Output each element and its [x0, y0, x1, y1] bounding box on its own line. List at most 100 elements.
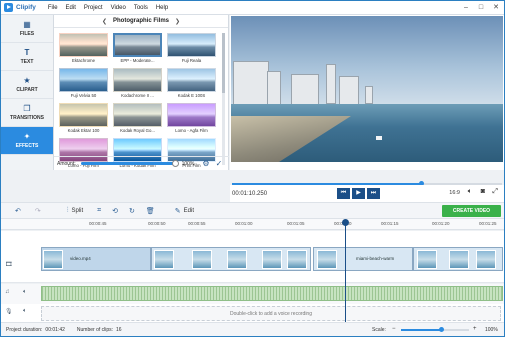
clips-label: Number of clips: [76, 326, 114, 333]
previous-icon[interactable]: ⏮ [337, 188, 350, 199]
sidebar-item-clipart[interactable]: ★ CLIPART [1, 71, 53, 99]
filter-thumb[interactable]: Kodak E 100S [166, 68, 217, 99]
menu-project[interactable]: Project [84, 5, 103, 11]
sidebar-item-files[interactable]: ▦ FILES [1, 15, 53, 43]
filter-thumb[interactable]: Fuji Reala [166, 33, 217, 64]
audio-clip[interactable] [41, 286, 503, 301]
close-icon[interactable]: ✕ [491, 3, 501, 12]
adjust-icon[interactable]: ⚙ [202, 159, 209, 168]
filter-label: Kodak Ektar 100 [67, 128, 100, 133]
edit-label[interactable]: Edit [184, 208, 194, 214]
amount-slider-handle[interactable] [171, 160, 179, 167]
filter-thumb[interactable]: Lomo - Agfa Film [166, 103, 217, 134]
sidebar-item-text[interactable]: T TEXT [1, 43, 53, 71]
video-preview[interactable] [231, 16, 503, 162]
filter-preview [113, 103, 162, 127]
speaker-icon[interactable]: 🔈︎ [23, 308, 27, 315]
zoom-out-icon[interactable]: − [392, 326, 396, 332]
next-icon[interactable]: ⏭ [367, 188, 380, 199]
category-title: Photographic Films [112, 18, 169, 24]
video-clip[interactable] [151, 247, 311, 271]
preview-building [365, 86, 373, 104]
sidebar-item-effects[interactable]: ✦ EFFECTS [1, 127, 53, 155]
aspect-ratio[interactable]: 16:9 [449, 190, 460, 196]
scale-label: Scale: [372, 327, 386, 333]
filter-label: EPP - Moderate... [120, 58, 155, 63]
timeline-playhead[interactable] [342, 219, 349, 322]
clip-frame [476, 250, 496, 269]
filter-thumb-selected[interactable]: EPP - Moderate... [112, 33, 163, 64]
fullscreen-icon[interactable]: ⤢ [492, 188, 498, 196]
maximize-icon[interactable]: □ [476, 3, 486, 12]
rotate-icon[interactable]: ⟲ [112, 207, 118, 215]
video-clip[interactable] [413, 247, 503, 271]
window-controls: – □ ✕ [456, 3, 501, 12]
delete-icon[interactable]: 🗑︎ [146, 207, 155, 215]
scrollbar-thumb[interactable] [222, 33, 225, 93]
scale-slider-handle[interactable] [439, 327, 444, 332]
menu-video[interactable]: Video [111, 5, 126, 11]
filter-thumb[interactable]: Kodak Royal Go... [112, 103, 163, 134]
video-track: 🎞︎ video.mp4 miami-beach-warm [1, 231, 504, 283]
refresh-icon[interactable]: ↻ [129, 207, 135, 215]
menu-file[interactable]: File [48, 5, 58, 11]
speaker-icon[interactable]: 🔈︎ [23, 289, 27, 296]
waveform [42, 287, 502, 300]
video-clip[interactable]: miami-beach-warm [313, 247, 413, 271]
menu-edit[interactable]: Edit [66, 5, 76, 11]
microphone-icon: 🎙︎ [5, 309, 13, 315]
ruler-tick: 00:00:50 [148, 221, 166, 226]
sidebar-item-label: EFFECTS [15, 143, 39, 149]
filter-label: Kodak Royal Go... [120, 128, 155, 133]
split-icon[interactable]: ⫶ [67, 207, 69, 215]
app-window: Clipify File Edit Project Video Tools He… [0, 0, 505, 337]
filter-thumb[interactable]: Kodachrome II ... [112, 68, 163, 99]
timeline-toolbar: ↶ ↷ ⫶ Split ⌗ ⟲ ↻ 🗑︎ ✎ Edit CREATE VIDEO [1, 202, 504, 219]
sidebar-item-transitions[interactable]: ❐ TRANSITIONS [1, 99, 53, 127]
redo-icon[interactable]: ↷ [35, 207, 41, 215]
edit-icon[interactable]: ✎ [175, 207, 181, 215]
snapshot-icon[interactable]: ◙ [481, 188, 485, 195]
duration-value: 00:01:42 [45, 326, 65, 333]
filters-scrollbar[interactable] [222, 33, 225, 165]
menu-bar: File Edit Project Video Tools Help [48, 5, 176, 11]
preview-panel [230, 15, 504, 170]
voice-drop-zone[interactable]: Double-click to add a voice recording [41, 306, 501, 321]
chevron-right-icon[interactable]: ❯ [175, 18, 180, 25]
minimize-icon[interactable]: – [461, 3, 471, 12]
filter-label: Fuji Velvia 50 [70, 93, 97, 98]
filter-preview [167, 103, 216, 127]
play-icon[interactable]: ▶ [352, 188, 365, 199]
app-logo-icon [4, 3, 13, 12]
sidebar: ▦ FILES T TEXT ★ CLIPART ❐ TRANSITIONS ✦… [1, 15, 54, 170]
filter-preview [113, 68, 162, 92]
scale-slider[interactable] [401, 327, 469, 332]
volume-icon[interactable]: 🔈︎ [468, 188, 472, 196]
magic-wand-icon: ✦ [23, 132, 31, 141]
crop-icon[interactable]: ⌗ [97, 207, 101, 215]
menu-tools[interactable]: Tools [134, 5, 148, 11]
amount-label: Amount: [57, 160, 76, 167]
filter-thumb[interactable]: Kodak Ektar 100 [58, 103, 109, 134]
chevron-left-icon[interactable]: ❮ [102, 18, 107, 25]
clip-name: miami-beach-warm [356, 256, 395, 261]
create-video-button[interactable]: CREATE VIDEO [442, 205, 501, 217]
filter-thumb[interactable]: Fuji Velvia 50 [58, 68, 109, 99]
clip-frame [287, 250, 307, 269]
zoom-in-icon[interactable]: + [473, 326, 477, 332]
undo-icon[interactable]: ↶ [15, 207, 21, 215]
video-clip[interactable]: video.mp4 [41, 247, 151, 271]
filter-label: Lomo - Agfa Film [175, 128, 208, 133]
amount-slider[interactable] [80, 160, 179, 167]
filter-label: Ektachrome [72, 58, 95, 63]
clip-frame [449, 250, 469, 269]
amount-row: Amount: 100% ⚙ ✓ [54, 156, 229, 170]
preview-building [339, 76, 359, 106]
music-track: ♫ 🔈︎ [1, 284, 504, 304]
filter-thumb[interactable]: Ektachrome [58, 33, 109, 64]
menu-help[interactable]: Help [156, 5, 168, 11]
filter-grid: Ektachrome EPP - Moderate... Fuji Reala … [58, 33, 220, 169]
timeline-ruler[interactable]: 00:00:45 00:00:50 00:00:55 00:01:00 00:0… [1, 219, 504, 230]
apply-icon[interactable]: ✓ [216, 159, 223, 168]
split-label[interactable]: Split [72, 208, 84, 214]
